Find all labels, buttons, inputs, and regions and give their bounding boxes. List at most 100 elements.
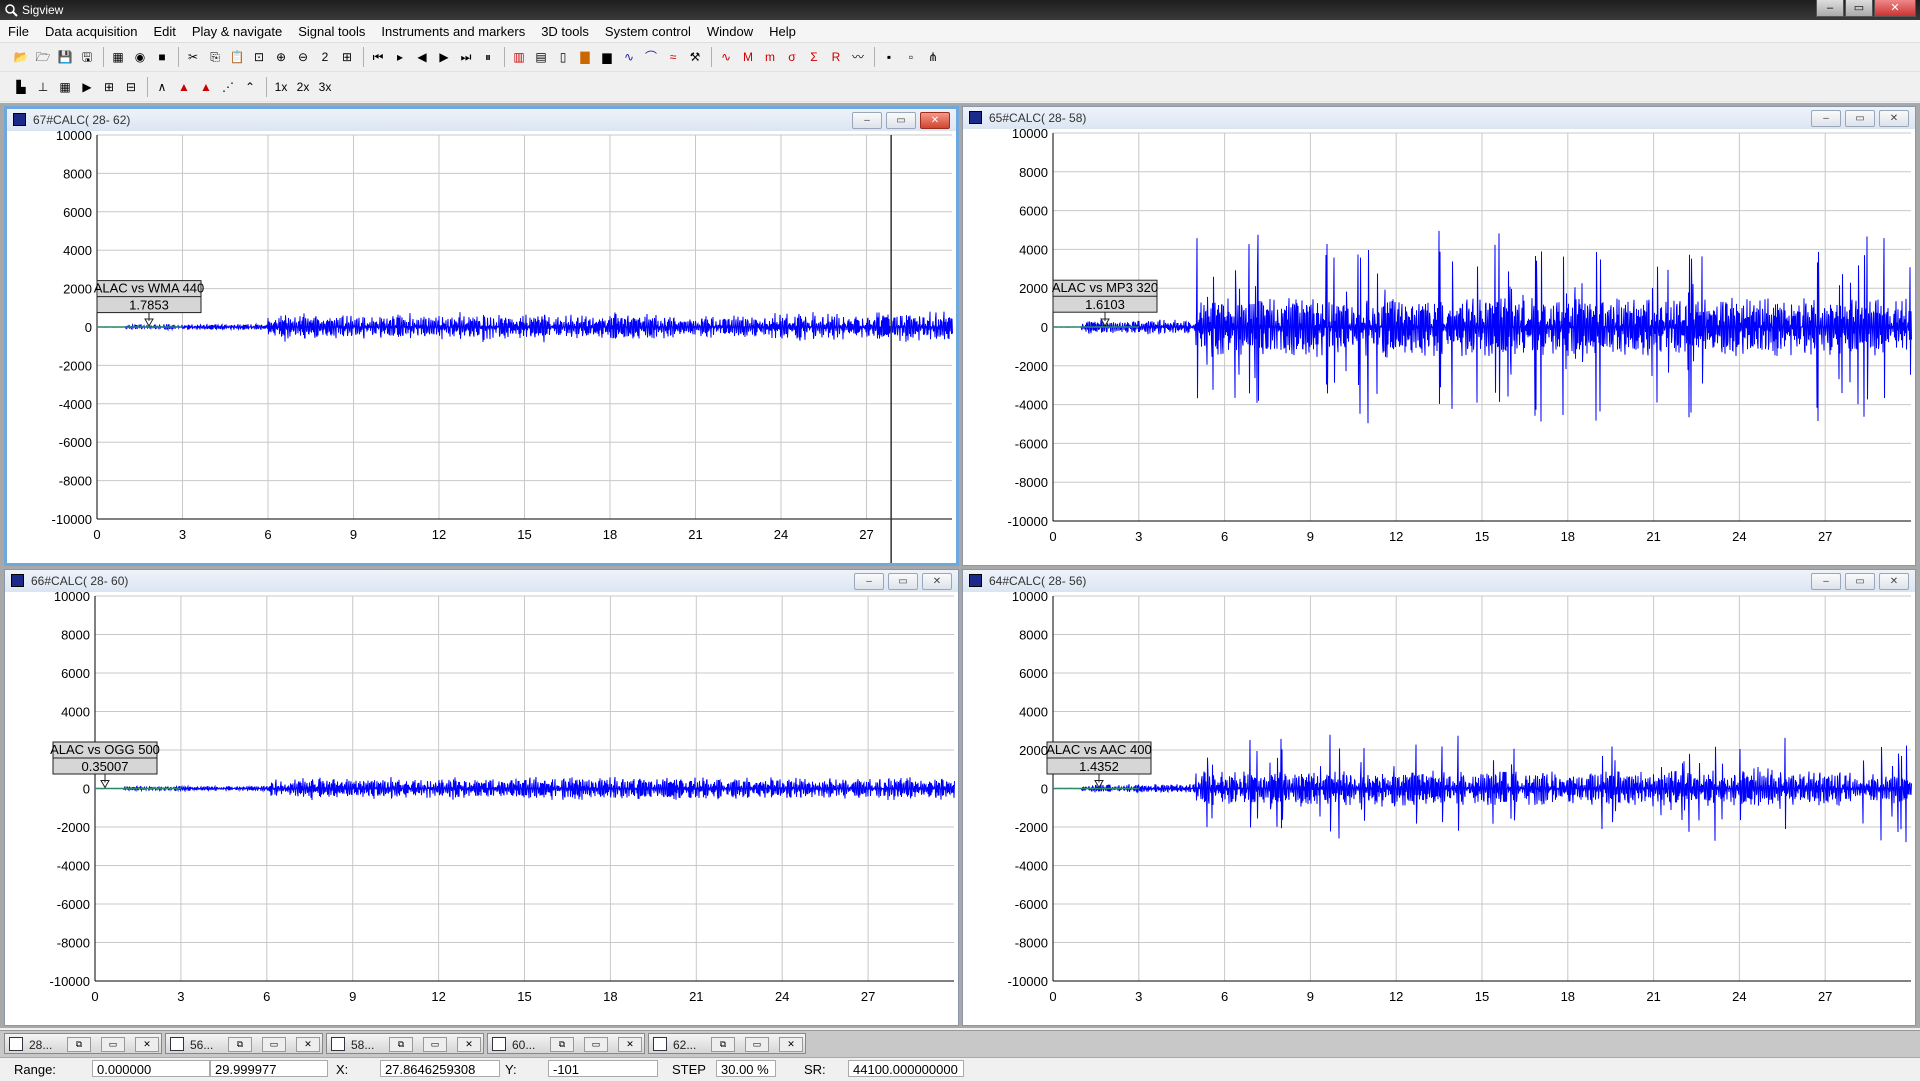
signal-window-66[interactable]: 66#CALC( 28- 60) – ▭ ✕ 0 3 6 9 12 15 18 21 24 27 100… <box>4 569 959 1026</box>
maximize-icon[interactable]: ▭ <box>1845 110 1875 127</box>
next-marker-icon[interactable]: ▶ <box>435 49 453 65</box>
signal-window-title-bar[interactable]: 64#CALC( 28- 56) – ▭ ✕ <box>963 570 1915 592</box>
restore-icon[interactable]: ⧉ <box>389 1037 413 1052</box>
minimize-icon[interactable]: – <box>854 573 884 590</box>
signal-marker[interactable]: ALAC vs WMA 440 1.7853 <box>94 280 205 328</box>
axis-icon[interactable]: ⊥ <box>34 79 52 95</box>
menu-help[interactable]: Help <box>761 24 804 39</box>
minimized-window-4[interactable]: 60... ⧉ ▭ ✕ <box>487 1033 645 1054</box>
first-icon[interactable]: ⏮ <box>369 49 387 65</box>
line-mode-icon[interactable]: ∧ <box>153 79 171 95</box>
max-icon[interactable]: M <box>739 49 757 65</box>
step-mode-icon[interactable]: ⌃ <box>241 79 259 95</box>
last-icon[interactable]: ⏭ <box>457 49 475 65</box>
pause-icon[interactable]: ⏸ <box>479 49 497 65</box>
marker-icon[interactable]: ▶ <box>78 79 96 95</box>
open-folder-icon[interactable]: 🗁 <box>34 49 52 65</box>
maximize-icon[interactable]: ▭ <box>262 1037 286 1052</box>
x3-icon[interactable]: 3x <box>316 79 334 95</box>
zoom-2x-icon[interactable]: 2 <box>316 49 334 65</box>
signal-marker[interactable]: ALAC vs AAC 400 1.4352 <box>1046 741 1152 789</box>
zoom-fit-icon[interactable]: ⊞ <box>338 49 356 65</box>
signal-plot[interactable]: 03691215182124271000080006000400020000-2… <box>963 589 1915 1028</box>
maximize-icon[interactable]: ▭ <box>886 112 916 129</box>
close-icon[interactable]: ✕ <box>135 1037 159 1052</box>
stdev-icon[interactable]: σ <box>783 49 801 65</box>
menu-edit[interactable]: Edit <box>145 24 183 39</box>
dot-mode-icon[interactable]: ⋰ <box>219 79 237 95</box>
minimized-window-1[interactable]: 28... ⧉ ▭ ✕ <box>4 1033 162 1054</box>
signal-window-67[interactable]: 67#CALC( 28- 62) – ▭ ✕ 0 3 6 9 12 15 18 21 24 27 100… <box>4 106 959 566</box>
close-icon[interactable]: ✕ <box>779 1037 803 1052</box>
wave-gen-icon[interactable]: 〰 <box>849 49 867 65</box>
spectrogram-icon[interactable]: ▤ <box>532 49 550 65</box>
close-icon[interactable]: ✕ <box>1879 110 1909 127</box>
minimized-window-3[interactable]: 58... ⧉ ▭ ✕ <box>326 1033 484 1054</box>
close-icon[interactable]: ✕ <box>457 1037 481 1052</box>
menu-window[interactable]: Window <box>699 24 761 39</box>
rec-icon[interactable]: ◉ <box>131 49 149 65</box>
tile-icon[interactable]: ▪ <box>880 49 898 65</box>
save-as-icon[interactable]: 🖫 <box>78 49 96 65</box>
rms-icon[interactable]: ∿ <box>717 49 735 65</box>
maximize-icon[interactable]: ▭ <box>101 1037 125 1052</box>
open-icon[interactable]: 📂 <box>12 49 30 65</box>
resize2-icon[interactable]: ⊟ <box>122 79 140 95</box>
minimize-icon[interactable]: – <box>1811 110 1841 127</box>
minimized-window-5[interactable]: 62... ⧉ ▭ ✕ <box>648 1033 806 1054</box>
histogram-icon[interactable]: ▆ <box>598 49 616 65</box>
envelope-icon[interactable]: ≈ <box>664 49 682 65</box>
signal-window-title-bar[interactable]: 66#CALC( 28- 60) – ▭ ✕ <box>5 570 958 592</box>
x1-icon[interactable]: 1x <box>272 79 290 95</box>
close-icon[interactable]: ✕ <box>296 1037 320 1052</box>
signal-plot[interactable]: 03691215182124271000080006000400020000-2… <box>5 589 958 1028</box>
close-icon[interactable]: ✕ <box>922 573 952 590</box>
menu-signal-tools[interactable]: Signal tools <box>290 24 373 39</box>
paste-icon[interactable]: 📋 <box>228 49 246 65</box>
maximize-icon[interactable]: ▭ <box>1845 573 1875 590</box>
menu-instruments-markers[interactable]: Instruments and markers <box>373 24 533 39</box>
menu-file[interactable]: File <box>0 24 37 39</box>
close-button[interactable]: ✕ <box>1874 0 1916 17</box>
fill-mode-icon[interactable]: ▲ <box>197 79 215 95</box>
restore-icon[interactable]: ⧉ <box>228 1037 252 1052</box>
rms2-icon[interactable]: R <box>827 49 845 65</box>
signal-window-65[interactable]: 65#CALC( 28- 58) – ▭ ✕ 0 3 6 9 12 15 18 21 24 27 100… <box>962 106 1916 566</box>
save-icon[interactable]: 💾 <box>56 49 74 65</box>
copy-icon[interactable]: ⎘ <box>206 49 224 65</box>
menu-data-acquisition[interactable]: Data acquisition <box>37 24 146 39</box>
maximize-icon[interactable]: ▭ <box>423 1037 447 1052</box>
cut-icon[interactable]: ✂ <box>184 49 202 65</box>
wave-icon[interactable]: ∿ <box>620 49 638 65</box>
zoom-in-icon[interactable]: ⊕ <box>272 49 290 65</box>
min-icon[interactable]: m <box>761 49 779 65</box>
signal-window-title-bar[interactable]: 65#CALC( 28- 58) – ▭ ✕ <box>963 107 1915 129</box>
minimize-button[interactable]: – <box>1816 0 1844 17</box>
minimized-window-2[interactable]: 56... ⧉ ▭ ✕ <box>165 1033 323 1054</box>
signal-chart[interactable]: 0 3 6 9 12 15 18 21 24 27 10000 8000 6000 4000 2000 0 -2… <box>7 128 956 563</box>
minimize-icon[interactable]: – <box>852 112 882 129</box>
maximize-icon[interactable]: ▭ <box>888 573 918 590</box>
maximize-icon[interactable]: ▭ <box>745 1037 769 1052</box>
menu-play-navigate[interactable]: Play & navigate <box>184 24 290 39</box>
signal-marker[interactable]: ALAC vs OGG 500 0.35007 <box>50 741 160 789</box>
menu-3d-tools[interactable]: 3D tools <box>533 24 597 39</box>
filter-icon[interactable]: ⌒ <box>642 49 660 65</box>
signal-marker[interactable]: ALAC vs MP3 320 1.6103 <box>1052 279 1158 328</box>
play-icon[interactable]: ▸ <box>391 49 409 65</box>
signal-chart[interactable]: 0 3 6 9 12 15 18 21 24 27 10000 8000 6000 4000 2000 0 -2… <box>963 126 1915 565</box>
signal-plot[interactable]: 03691215182124271000080006000400020000-2… <box>7 128 956 566</box>
restore-button[interactable]: ▭ <box>1845 0 1873 17</box>
stop-icon[interactable]: ■ <box>153 49 171 65</box>
zoom-window-icon[interactable]: ⊡ <box>250 49 268 65</box>
signal-chart[interactable]: 0 3 6 9 12 15 18 21 24 27 10000 8000 6000 4000 2000 0 -2… <box>963 589 1915 1025</box>
cascade-icon[interactable]: ▫ <box>902 49 920 65</box>
signal-window-title-bar[interactable]: 67#CALC( 28- 62) – ▭ ✕ <box>7 109 956 131</box>
minimize-icon[interactable]: – <box>1811 573 1841 590</box>
record-icon[interactable]: ▦ <box>109 49 127 65</box>
restore-icon[interactable]: ⧉ <box>67 1037 91 1052</box>
zoom-out-icon[interactable]: ⊖ <box>294 49 312 65</box>
chart-icon[interactable]: ▙ <box>12 79 30 95</box>
maximize-icon[interactable]: ▭ <box>584 1037 608 1052</box>
sum-icon[interactable]: Σ <box>805 49 823 65</box>
